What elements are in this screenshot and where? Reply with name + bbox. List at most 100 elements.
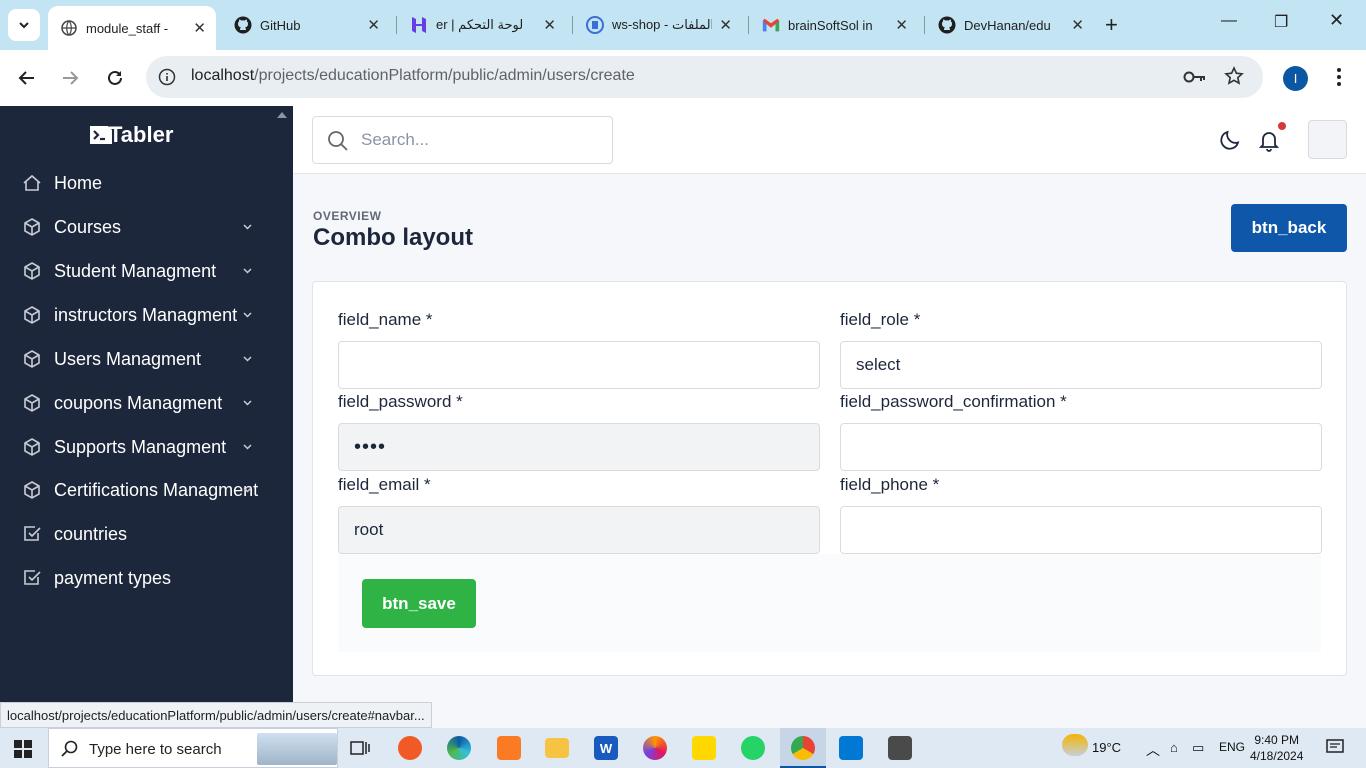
browser-tab-gmail[interactable]: brainSoftSol in ✕ bbox=[750, 8, 918, 42]
search-input[interactable] bbox=[361, 127, 601, 153]
chevron-down-icon[interactable] bbox=[242, 353, 253, 364]
user-avatar[interactable] bbox=[1308, 120, 1347, 159]
name-input[interactable] bbox=[338, 341, 820, 389]
bell-icon[interactable] bbox=[1257, 128, 1281, 152]
status-url-tooltip: localhost/projects/educationPlatform/pub… bbox=[0, 702, 432, 728]
tab-title: DevHanan/edu bbox=[964, 17, 1051, 33]
tab-separator bbox=[396, 16, 397, 34]
chevron-up-icon[interactable]: ︿ bbox=[1146, 740, 1160, 760]
email-input[interactable]: root bbox=[338, 506, 820, 554]
back-arrow-icon[interactable] bbox=[15, 66, 39, 90]
bookmark-star-icon[interactable] bbox=[1224, 66, 1244, 86]
phone-input[interactable] bbox=[840, 506, 1322, 554]
taskbar-clock[interactable]: 9:40 PM 4/18/2024 bbox=[1250, 732, 1303, 764]
taskbar-search-text: Type here to search bbox=[89, 741, 222, 758]
tab-separator bbox=[924, 16, 925, 34]
tab-search-button[interactable] bbox=[8, 9, 40, 41]
close-tab-icon[interactable]: ✕ bbox=[895, 16, 908, 34]
sidebar-item[interactable]: Certifications Managment bbox=[22, 470, 272, 510]
brand-logo[interactable]: Tabler bbox=[90, 122, 173, 148]
vscode-icon[interactable] bbox=[839, 736, 863, 760]
sidebar-item-label: Student Managment bbox=[54, 260, 217, 281]
tab-title: ws-shop - الملفات bbox=[612, 17, 712, 32]
search-box[interactable] bbox=[312, 116, 613, 164]
taskbar-search[interactable]: Type here to search bbox=[48, 728, 338, 768]
close-tab-icon[interactable]: ✕ bbox=[1071, 16, 1084, 34]
close-window-icon[interactable]: ✕ bbox=[1329, 10, 1344, 31]
profile-avatar[interactable]: I bbox=[1283, 66, 1308, 91]
key-icon[interactable] bbox=[1183, 68, 1207, 86]
sidebar-item[interactable]: coupons Managment bbox=[22, 383, 272, 423]
minimize-icon[interactable]: — bbox=[1221, 12, 1237, 30]
edge-icon[interactable] bbox=[447, 736, 471, 760]
sidebar-item[interactable]: Courses bbox=[22, 207, 272, 247]
restore-icon[interactable]: ❐ bbox=[1274, 12, 1288, 32]
browser-tab-devhanan[interactable]: DevHanan/edu ✕ bbox=[926, 8, 1094, 42]
close-tab-icon[interactable]: ✕ bbox=[719, 16, 732, 34]
sidebar-item[interactable]: instructors Managment bbox=[22, 295, 272, 335]
password-confirmation-input[interactable] bbox=[840, 423, 1322, 471]
close-tab-icon[interactable]: ✕ bbox=[193, 19, 206, 37]
sticky-notes-icon[interactable] bbox=[692, 736, 716, 760]
postman-icon[interactable] bbox=[398, 736, 422, 760]
browser-tab-module-staff[interactable]: module_staff - ✕ bbox=[48, 6, 216, 50]
sidebar-item[interactable]: Student Managment bbox=[22, 251, 272, 291]
chevron-down-icon[interactable] bbox=[242, 265, 253, 276]
password-input[interactable]: •••• bbox=[338, 423, 820, 471]
sidebar-item[interactable]: payment types bbox=[22, 558, 272, 598]
back-button[interactable]: btn_back bbox=[1231, 204, 1347, 252]
windows-start-icon[interactable] bbox=[14, 740, 32, 758]
tab-title: module_staff - bbox=[86, 20, 169, 36]
network-icon[interactable]: ⌂ bbox=[1170, 740, 1178, 755]
role-select[interactable]: select bbox=[840, 341, 1322, 389]
name-label: field_name * bbox=[338, 310, 433, 329]
close-tab-icon[interactable]: ✕ bbox=[543, 16, 556, 34]
weather-icon[interactable] bbox=[1062, 734, 1088, 756]
reload-icon[interactable] bbox=[103, 66, 127, 90]
browser-tab-dashboard[interactable]: er | لوحة التحكم ✕ bbox=[398, 8, 566, 42]
notification-center-icon[interactable] bbox=[1326, 738, 1344, 756]
battery-icon[interactable]: ▭ bbox=[1192, 740, 1204, 756]
chevron-down-icon bbox=[19, 22, 29, 29]
sublime-text-icon[interactable] bbox=[888, 736, 912, 760]
page-pretitle: OVERVIEW bbox=[313, 209, 382, 223]
sidebar-item-label: countries bbox=[54, 523, 128, 544]
address-bar[interactable]: localhost/projects/educationPlatform/pub… bbox=[146, 56, 1263, 98]
task-view-icon[interactable] bbox=[350, 739, 370, 757]
chrome-icon[interactable] bbox=[791, 736, 815, 760]
chevron-down-icon[interactable] bbox=[242, 221, 253, 232]
moon-icon[interactable] bbox=[1218, 128, 1242, 152]
sidebar-item[interactable]: Home bbox=[22, 163, 272, 203]
url-host: localhost bbox=[191, 67, 255, 84]
sidebar-item[interactable]: Users Managment bbox=[22, 339, 272, 379]
chevron-down-icon[interactable] bbox=[242, 484, 253, 495]
word-icon[interactable]: W bbox=[594, 736, 618, 760]
chevron-down-icon[interactable] bbox=[242, 309, 253, 320]
whatsapp-icon[interactable] bbox=[741, 736, 765, 760]
phone-label: field_phone * bbox=[840, 475, 940, 494]
file-explorer-icon[interactable] bbox=[545, 738, 569, 758]
password-label: field_password * bbox=[338, 392, 463, 411]
kebab-menu-icon[interactable] bbox=[1335, 66, 1343, 88]
firefox-icon[interactable] bbox=[643, 736, 667, 760]
browser-tab-ws-shop[interactable]: ws-shop - الملفات ✕ bbox=[574, 8, 742, 42]
xampp-icon[interactable] bbox=[497, 736, 521, 760]
sidebar-item-label: payment types bbox=[54, 567, 172, 588]
scroll-up-arrow-icon[interactable] bbox=[277, 112, 287, 118]
home-icon bbox=[22, 173, 42, 193]
sidebar-item[interactable]: countries bbox=[22, 514, 272, 554]
clock-time: 9:40 PM bbox=[1254, 733, 1300, 747]
save-button[interactable]: btn_save bbox=[362, 579, 476, 628]
chevron-down-icon[interactable] bbox=[242, 441, 253, 452]
form-footer bbox=[338, 554, 1321, 652]
new-tab-icon[interactable]: + bbox=[1105, 12, 1118, 38]
forward-arrow-icon[interactable] bbox=[58, 66, 82, 90]
chevron-down-icon[interactable] bbox=[242, 397, 253, 408]
info-icon[interactable] bbox=[158, 68, 176, 86]
page-title: Combo layout bbox=[313, 224, 473, 251]
sidebar-item[interactable]: Supports Managment bbox=[22, 427, 272, 467]
language-indicator[interactable]: ENG bbox=[1219, 740, 1245, 754]
close-tab-icon[interactable]: ✕ bbox=[367, 16, 380, 34]
gmail-icon bbox=[762, 16, 780, 34]
browser-tab-github[interactable]: GitHub ✕ bbox=[222, 8, 390, 42]
